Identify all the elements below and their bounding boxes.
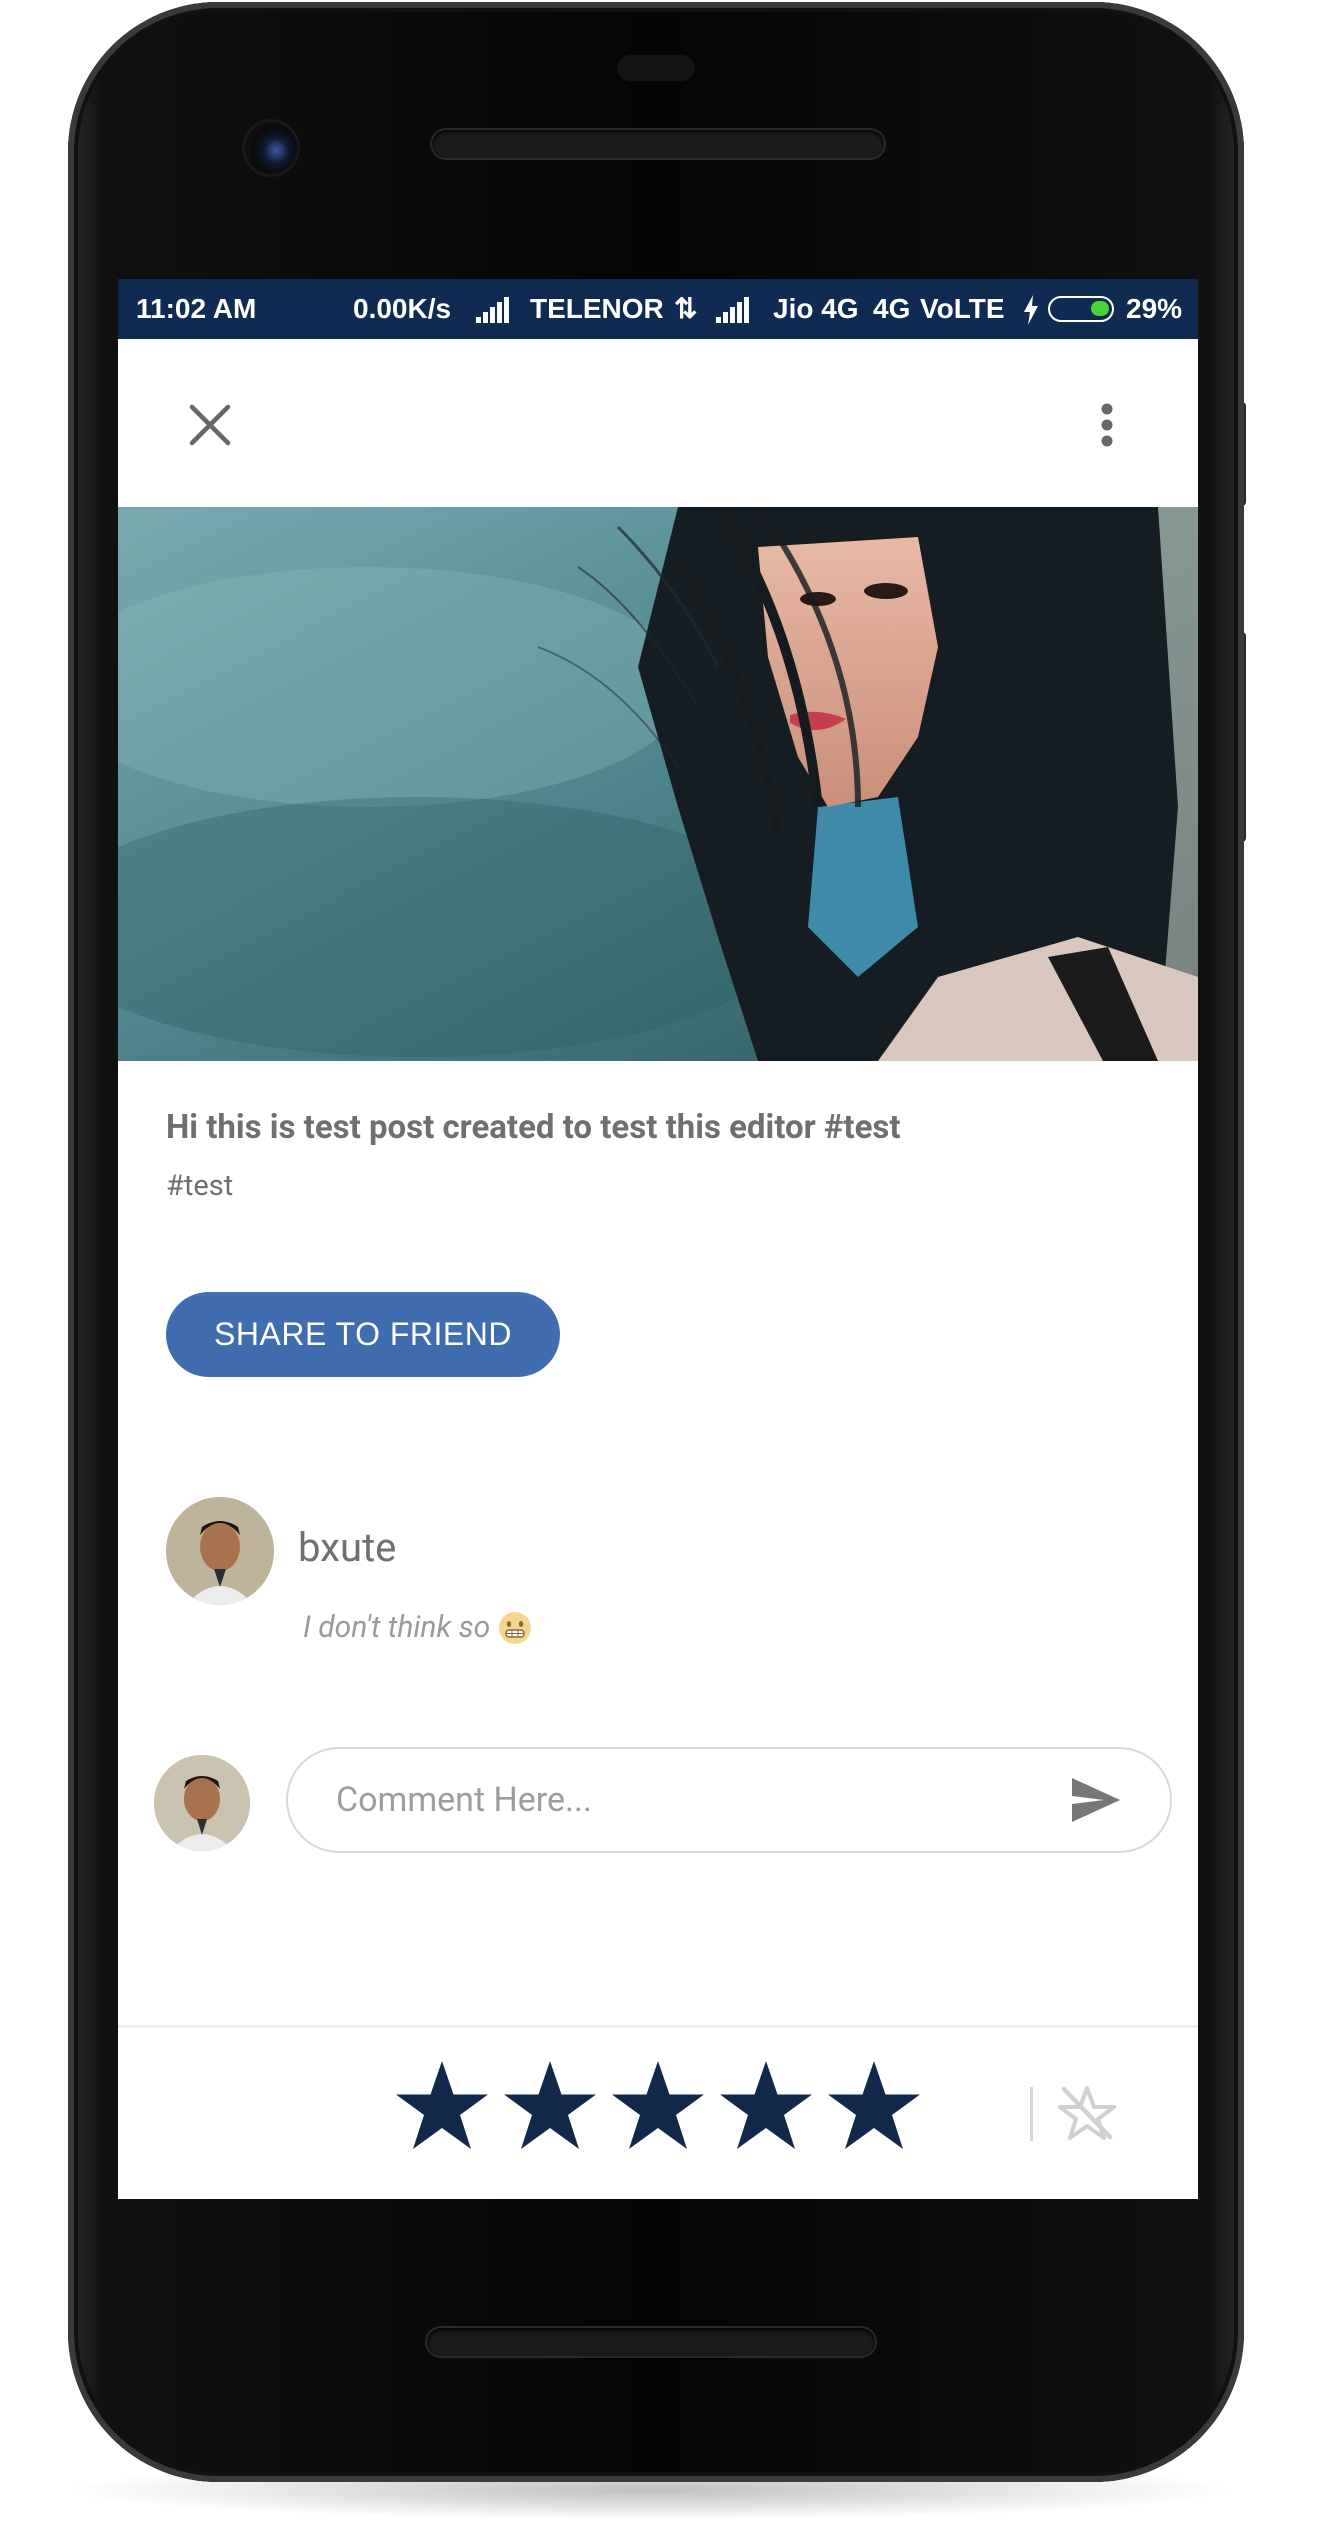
star-1-icon[interactable] <box>394 2059 490 2151</box>
close-icon <box>189 404 231 446</box>
status-time: 11:02 AM <box>136 293 257 324</box>
close-button[interactable] <box>178 393 242 457</box>
carrier-telenor: TELENOR <box>530 293 664 324</box>
data-transfer-icon: ⇅ <box>674 293 698 324</box>
front-camera <box>245 122 297 174</box>
send-icon[interactable] <box>1068 1774 1124 1826</box>
comment-input-container <box>286 1747 1172 1853</box>
carrier-jio: Jio 4G <box>773 293 859 324</box>
grinning-emoji-icon <box>499 1611 532 1644</box>
battery-icon <box>1048 296 1114 322</box>
avatar-photo <box>154 1755 250 1851</box>
comment-body: I don't think so <box>303 1610 491 1645</box>
rating-divider <box>118 2025 1198 2028</box>
star-5-icon[interactable] <box>826 2059 922 2151</box>
network-type: 4G <box>873 293 911 324</box>
net-speed: 0.00K/s <box>353 293 452 324</box>
comment-input[interactable] <box>334 1749 1038 1851</box>
signal-icon <box>476 297 514 323</box>
avatar-photo <box>166 1497 274 1605</box>
charging-bolt-icon <box>1024 295 1038 325</box>
post-hashtag[interactable]: #test <box>166 1169 233 1203</box>
comment-text: I don't think so <box>303 1610 532 1645</box>
commenter-avatar[interactable] <box>166 1497 274 1605</box>
battery-percent: 29% <box>1126 293 1183 324</box>
comment-username[interactable]: bxute <box>298 1524 396 1571</box>
app-screen: 11:02 AM 0.00K/s TELENOR ⇅ Jio 4G 4G VoL… <box>118 279 1198 2199</box>
signal-icon-2 <box>716 297 754 323</box>
top-speaker-grille <box>432 130 884 158</box>
status-bar: 11:02 AM 0.00K/s TELENOR ⇅ Jio 4G 4G VoL… <box>118 279 1198 339</box>
earpiece <box>617 55 695 81</box>
star-2-icon[interactable] <box>502 2059 598 2151</box>
share-to-friend-button[interactable]: SHARE TO FRIEND <box>166 1292 560 1377</box>
current-user-avatar <box>154 1755 250 1851</box>
star-off-icon[interactable] <box>1058 2085 1116 2141</box>
more-vertical-icon <box>1101 403 1113 447</box>
volte-label: VoLTE <box>920 293 1005 324</box>
star-3-icon[interactable] <box>610 2059 706 2151</box>
post-photo-illustration <box>118 507 1198 1061</box>
more-options-button[interactable] <box>1087 393 1127 457</box>
post-image <box>118 507 1198 1061</box>
star-4-icon[interactable] <box>718 2059 814 2151</box>
rating-separator <box>1030 2087 1033 2141</box>
bottom-speaker-grille <box>427 2328 875 2356</box>
post-body-text: Hi this is test post created to test thi… <box>166 1108 901 1147</box>
